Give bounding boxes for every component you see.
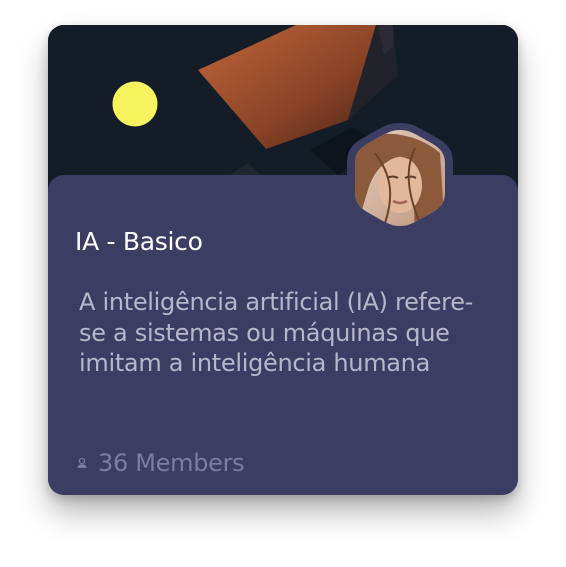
- group-title: IA - Basico: [75, 227, 203, 256]
- avatar: [345, 123, 455, 233]
- member-count: 36 Members: [76, 449, 245, 477]
- group-card[interactable]: IA - Basico A inteligência artificial (I…: [48, 25, 518, 495]
- group-description: A inteligência artificial (IA) refere-se…: [79, 288, 474, 377]
- member-count-label: 36 Members: [98, 449, 245, 477]
- person-icon: [76, 457, 88, 469]
